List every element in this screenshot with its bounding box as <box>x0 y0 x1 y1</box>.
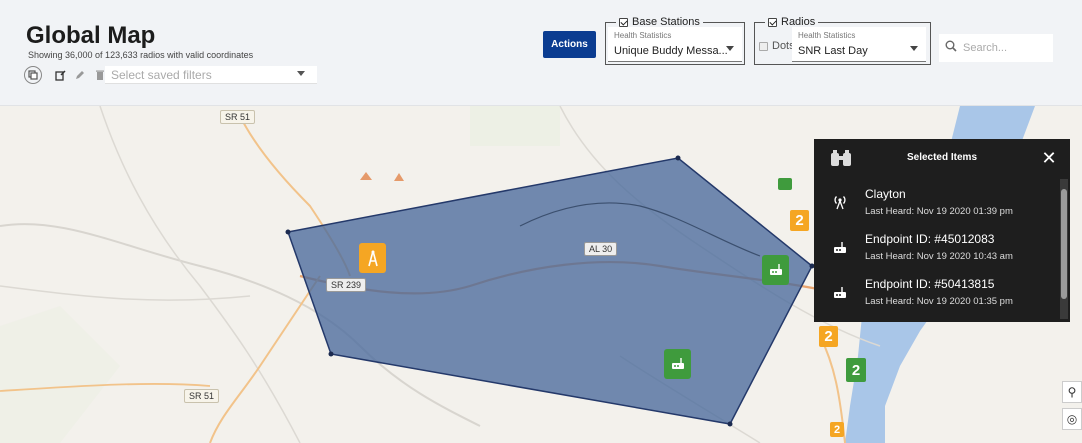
selected-items-panel: Selected Items ✕ Clayton Last Heard: Nov… <box>814 139 1070 322</box>
item-name: Endpoint ID: #45012083 <box>865 232 995 246</box>
filter-toolbar <box>24 66 112 84</box>
base-station-marker[interactable] <box>359 243 386 273</box>
saved-filters-placeholder: Select saved filters <box>111 68 212 82</box>
road-label: SR 51 <box>184 389 220 403</box>
search-box[interactable] <box>939 34 1053 62</box>
layers-icon[interactable] <box>24 66 42 84</box>
health-statistics-label: Health Statistics <box>614 31 672 40</box>
list-item[interactable]: Endpoint ID: #45012083 Last Heard: Nov 1… <box>814 224 1058 269</box>
item-last-heard: Last Heard: Nov 19 2020 10:43 am <box>865 251 1013 262</box>
list-item[interactable]: Endpoint ID: #50413815 Last Heard: Nov 1… <box>814 269 1058 314</box>
road-label: SR 51 <box>220 110 256 124</box>
tower-icon <box>367 250 378 267</box>
cluster-badge[interactable]: 2 <box>790 210 809 231</box>
base-stations-checkbox[interactable] <box>619 17 628 27</box>
cluster-badge[interactable]: 2 <box>830 422 844 437</box>
item-last-heard: Last Heard: Nov 19 2020 01:39 pm <box>865 206 1013 217</box>
page-title: Global Map <box>26 22 156 49</box>
chevron-down-icon <box>297 71 305 76</box>
panel-title: Selected Items <box>906 152 978 163</box>
page-header: Global Map Showing 36,000 of 123,633 rad… <box>0 0 1082 106</box>
road-label: SR 239 <box>326 278 367 292</box>
item-last-heard: Last Heard: Nov 19 2020 01:35 pm <box>865 296 1013 307</box>
chevron-down-icon <box>726 46 734 51</box>
base-stations-group: Base Stations Health Statistics Unique B… <box>605 16 745 65</box>
radio-icon <box>769 264 782 275</box>
search-icon <box>945 39 957 57</box>
radio-icon <box>671 358 684 369</box>
chevron-down-icon <box>910 46 918 51</box>
antenna-icon <box>834 196 846 210</box>
radio-marker[interactable] <box>778 178 792 190</box>
dots-checkbox[interactable] <box>759 41 768 51</box>
radios-group: Radios Dots Health Statistics SNR Last D… <box>754 16 931 65</box>
road-label: AL 30 <box>584 242 618 256</box>
selected-items-list: Clayton Last Heard: Nov 19 2020 01:39 pm… <box>814 179 1058 314</box>
scroll-thumb[interactable] <box>1061 189 1067 299</box>
radios-health-select[interactable]: Health Statistics SNR Last Day <box>792 27 926 62</box>
radio-count-subtitle: Showing 36,000 of 123,633 radios with va… <box>28 50 254 60</box>
locate-icon[interactable]: ◎ <box>1062 408 1082 430</box>
item-name: Clayton <box>865 187 906 201</box>
saved-filters-select[interactable]: Select saved filters <box>105 66 317 84</box>
new-filter-icon[interactable] <box>52 67 68 83</box>
edit-pencil-icon[interactable] <box>72 67 88 83</box>
dots-toggle[interactable]: Dots <box>759 40 795 52</box>
cluster-badge[interactable]: 2 <box>846 358 866 382</box>
panel-scrollbar[interactable] <box>1060 179 1068 319</box>
cluster-badge[interactable]: 2 <box>819 326 838 347</box>
actions-button[interactable]: Actions <box>543 31 596 58</box>
radio-icon <box>834 287 846 298</box>
zoom-search-icon[interactable]: ⚲ <box>1062 381 1082 403</box>
radio-icon <box>834 242 846 253</box>
search-input[interactable] <box>963 42 1043 54</box>
panel-header: Selected Items ✕ <box>814 139 1070 177</box>
radios-health-value: SNR Last Day <box>798 45 868 57</box>
radio-marker[interactable] <box>762 255 789 285</box>
item-name: Endpoint ID: #50413815 <box>865 277 995 291</box>
radio-marker[interactable] <box>664 349 691 379</box>
base-stations-health-select[interactable]: Health Statistics Unique Buddy Messa... <box>608 27 742 62</box>
close-icon[interactable]: ✕ <box>1040 149 1058 167</box>
radios-checkbox[interactable] <box>768 17 777 27</box>
health-statistics-label: Health Statistics <box>798 31 856 40</box>
base-stations-health-value: Unique Buddy Messa... <box>614 45 728 57</box>
list-item[interactable]: Clayton Last Heard: Nov 19 2020 01:39 pm <box>814 179 1058 224</box>
